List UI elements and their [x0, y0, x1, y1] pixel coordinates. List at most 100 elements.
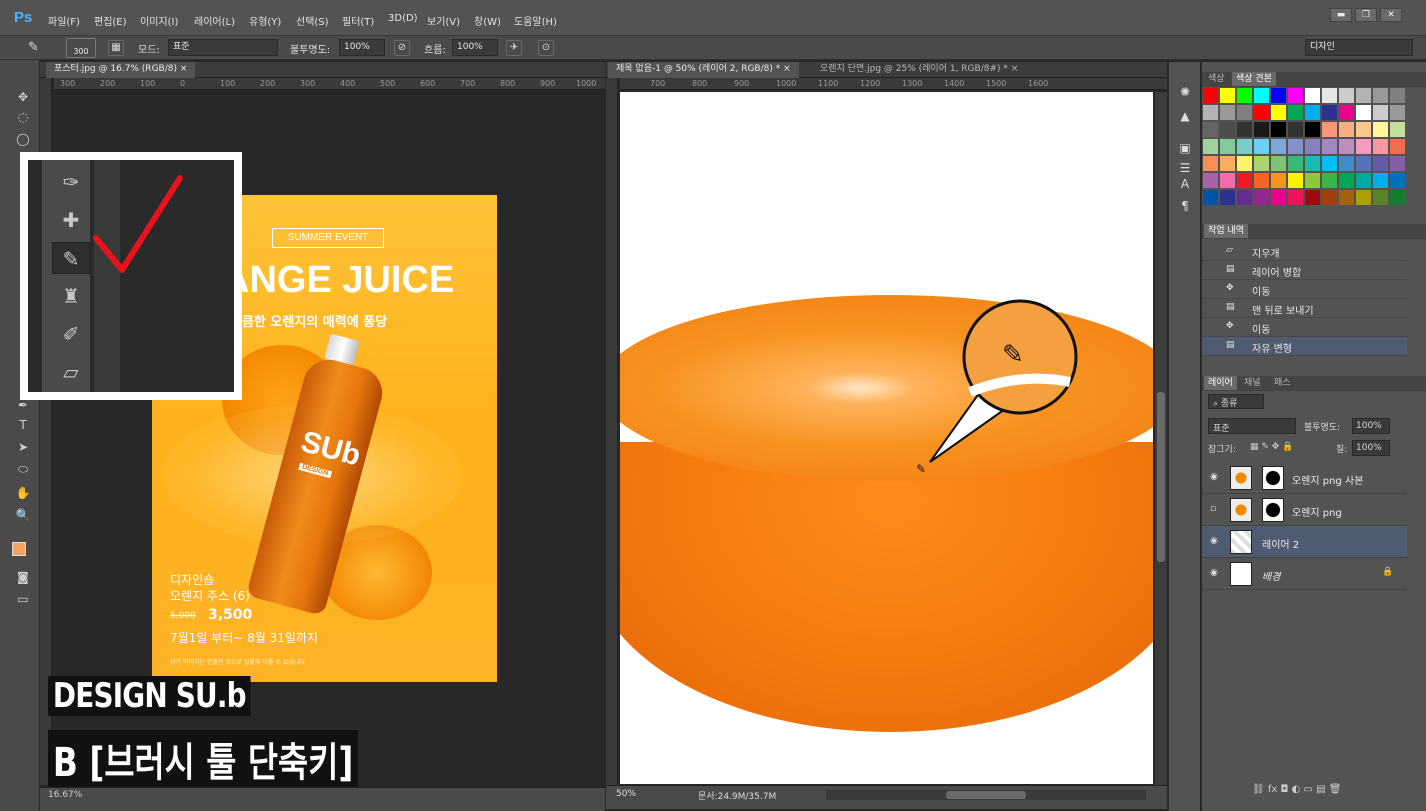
marquee-tool-icon[interactable]: ◌	[14, 108, 32, 126]
ellipse-tool-icon[interactable]: ⬭	[14, 460, 32, 478]
lock-icons[interactable]: ▦ ✎ ✥ 🔒	[1250, 442, 1293, 452]
layer-filter-select[interactable]: ⌕ 종류	[1208, 394, 1264, 409]
color-swatch[interactable]	[1356, 88, 1371, 103]
tab-history[interactable]: 작업 내역	[1204, 224, 1248, 238]
color-swatch[interactable]	[1237, 139, 1252, 154]
pressure-size-icon[interactable]: ⊙	[538, 40, 554, 56]
color-swatch[interactable]	[1339, 156, 1354, 171]
history-item[interactable]: ▱ 지우개	[1202, 242, 1407, 261]
color-swatch[interactable]	[1203, 88, 1218, 103]
color-swatch[interactable]	[1203, 122, 1218, 137]
character-icon[interactable]: A	[1177, 176, 1193, 192]
history-brush-tool-icon[interactable]: ✐	[52, 318, 90, 350]
histogram-icon[interactable]: ▲	[1177, 108, 1193, 124]
eye-icon[interactable]: ◉	[1210, 536, 1218, 546]
settings-sun-icon[interactable]: ✺	[1177, 84, 1193, 100]
color-swatch[interactable]	[1288, 139, 1303, 154]
color-swatch[interactable]	[1254, 139, 1269, 154]
color-swatch[interactable]	[1373, 190, 1388, 205]
color-swatch[interactable]	[1220, 173, 1235, 188]
color-swatch[interactable]	[1356, 122, 1371, 137]
color-swatch[interactable]	[1203, 105, 1218, 120]
minimize-button[interactable]: ▬	[1330, 8, 1352, 22]
menu-type[interactable]: 유형(Y)	[249, 13, 281, 28]
color-swatch[interactable]	[1271, 173, 1286, 188]
color-swatch[interactable]	[1339, 88, 1354, 103]
color-swatch[interactable]	[1305, 156, 1320, 171]
tab-orange-section[interactable]: 오렌지 단면.jpg @ 25% (레이어 1, RGB/8#) * ×	[812, 62, 1026, 78]
layer-row[interactable]: ◉ 배경 🔒	[1202, 558, 1407, 590]
color-swatch[interactable]	[1220, 88, 1235, 103]
color-swatch[interactable]	[1288, 105, 1303, 120]
menu-view[interactable]: 보기(V)	[427, 13, 460, 28]
foreground-color-swatch[interactable]	[12, 542, 26, 556]
color-swatch[interactable]	[1390, 88, 1405, 103]
color-swatch[interactable]	[1322, 122, 1337, 137]
color-swatch[interactable]	[1254, 122, 1269, 137]
color-swatch[interactable]	[1322, 156, 1337, 171]
left-zoom-level[interactable]: 16.67%	[48, 790, 82, 800]
brush-size-picker[interactable]: 300	[66, 38, 96, 58]
properties-icon[interactable]: ☰	[1177, 160, 1193, 176]
color-swatch[interactable]	[1203, 139, 1218, 154]
color-swatch[interactable]	[1390, 173, 1405, 188]
menu-edit[interactable]: 편집(E)	[94, 13, 127, 28]
color-swatch[interactable]	[1237, 190, 1252, 205]
pressure-opacity-icon[interactable]: ⊘	[394, 40, 410, 56]
color-swatch[interactable]	[1356, 105, 1371, 120]
color-swatch[interactable]	[1339, 190, 1354, 205]
history-item[interactable]: ✥ 이동	[1202, 318, 1407, 337]
color-swatch[interactable]	[1237, 173, 1252, 188]
layer-row[interactable]: ◉ 오렌지 png 사본	[1202, 462, 1407, 494]
vertical-scrollbar[interactable]	[1155, 92, 1167, 785]
history-item[interactable]: ▤ 레이어 병합	[1202, 261, 1407, 280]
workspace-select[interactable]: 디자인	[1305, 39, 1413, 56]
opacity-input[interactable]: 100%	[339, 39, 385, 56]
color-swatch[interactable]	[1288, 122, 1303, 137]
color-swatch[interactable]	[1322, 190, 1337, 205]
right-zoom-level[interactable]: 50%	[616, 789, 636, 799]
color-swatch[interactable]	[1288, 88, 1303, 103]
color-swatch[interactable]	[1373, 139, 1388, 154]
color-swatch[interactable]	[1237, 122, 1252, 137]
scrollbar-thumb[interactable]	[1157, 392, 1165, 562]
close-window-button[interactable]: ✕	[1380, 8, 1402, 22]
move-tool-icon[interactable]: ✥	[14, 88, 32, 106]
history-item[interactable]: ▤ 맨 뒤로 보내기	[1202, 299, 1407, 318]
color-swatch[interactable]	[1220, 190, 1235, 205]
color-swatch[interactable]	[1271, 190, 1286, 205]
eye-icon[interactable]: ◉	[1210, 568, 1218, 578]
color-swatch[interactable]	[1271, 156, 1286, 171]
color-swatch[interactable]	[1373, 122, 1388, 137]
color-swatch[interactable]	[1373, 105, 1388, 120]
color-swatch[interactable]	[1237, 88, 1252, 103]
color-swatch[interactable]	[1271, 139, 1286, 154]
color-swatch[interactable]	[1203, 190, 1218, 205]
color-swatch[interactable]	[1339, 139, 1354, 154]
menu-select[interactable]: 선택(S)	[296, 13, 329, 28]
tab-color[interactable]: 색상	[1204, 72, 1229, 86]
color-swatch[interactable]	[1254, 88, 1269, 103]
color-swatch[interactable]	[1288, 173, 1303, 188]
airbrush-icon[interactable]: ✈	[506, 40, 522, 56]
color-swatch[interactable]	[1237, 105, 1252, 120]
color-swatch[interactable]	[1356, 139, 1371, 154]
color-swatch[interactable]	[1322, 105, 1337, 120]
brush-tool-preset-icon[interactable]: ✎	[28, 40, 46, 56]
color-swatch[interactable]	[1254, 156, 1269, 171]
color-swatch[interactable]	[1390, 105, 1405, 120]
color-swatch[interactable]	[1356, 190, 1371, 205]
layer-footer-icons[interactable]: ⛓ fx ◘ ◐ ▭ ▤ 🗑	[1252, 784, 1341, 795]
color-swatch[interactable]	[1390, 139, 1405, 154]
close-tab-icon[interactable]: ×	[1011, 64, 1019, 74]
color-swatch[interactable]	[1305, 139, 1320, 154]
path-selection-tool-icon[interactable]: ➤	[14, 438, 32, 456]
color-swatch[interactable]	[1271, 122, 1286, 137]
horizontal-scrollbar[interactable]	[826, 790, 1146, 800]
color-swatch[interactable]	[1203, 173, 1218, 188]
layer-row-selected[interactable]: ◉ 레이어 2	[1202, 526, 1407, 558]
type-tool-icon[interactable]: T	[14, 416, 32, 434]
quick-mask-icon[interactable]: ◙	[14, 568, 32, 586]
tab-channels[interactable]: 채널	[1240, 376, 1265, 390]
paragraph-icon[interactable]: ¶	[1177, 198, 1193, 214]
